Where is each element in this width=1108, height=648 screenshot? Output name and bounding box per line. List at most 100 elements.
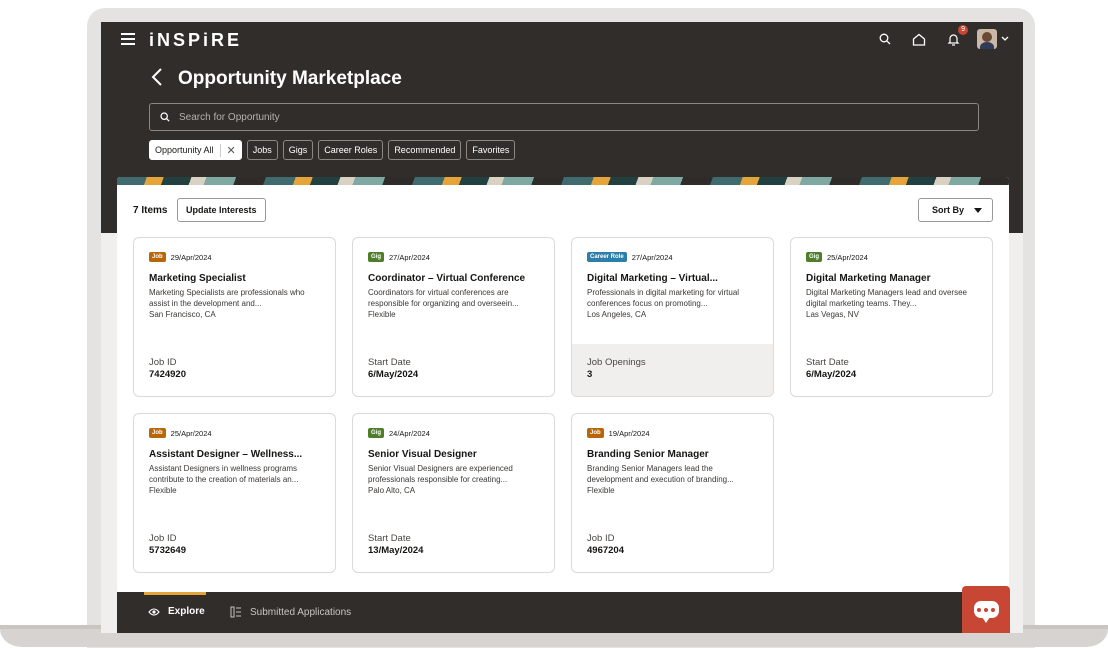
list-icon — [230, 606, 241, 618]
field-label: Start Date — [368, 357, 411, 368]
top-icons: 9 — [875, 25, 1009, 49]
chat-button[interactable] — [962, 586, 1010, 633]
card-description: Coordinators for virtual conferences are… — [368, 288, 519, 308]
type-badge: Job — [587, 428, 604, 438]
card-description: Branding Senior Managers lead the develo… — [587, 464, 734, 484]
filter-chip-opportunity-all[interactable]: Opportunity All ✕ — [149, 140, 242, 160]
results-panel: 7 Items Update Interests Sort By Job 29/A… — [117, 177, 1009, 593]
card-title[interactable]: Digital Marketing Manager — [806, 273, 977, 284]
notification-badge: 9 — [958, 25, 968, 35]
tab-submitted-applications[interactable]: Submitted Applications — [230, 606, 351, 618]
search-input[interactable]: Search for Opportunity — [149, 103, 979, 131]
card-title[interactable]: Senior Visual Designer — [368, 449, 539, 460]
field-label: Job ID — [149, 357, 177, 368]
card-location: San Francisco, CA — [149, 310, 216, 319]
card-description: Assistant Designers in wellness programs… — [149, 464, 299, 484]
card-location: Flexible — [368, 310, 396, 319]
user-menu[interactable] — [977, 29, 1009, 49]
field-label: Start Date — [368, 533, 411, 544]
results-toolbar: 7 Items Update Interests Sort By — [117, 197, 1009, 223]
page-title: Opportunity Marketplace — [178, 68, 402, 89]
app-screen: iNSPiRE 9 Opportunity Marketplace Search… — [101, 22, 1023, 633]
card-location: Palo Alto, CA — [368, 486, 416, 495]
field-label: Job Openings — [587, 357, 646, 368]
card-description: Digital Marketing Managers lead and over… — [806, 288, 967, 308]
decorative-banner — [117, 177, 1009, 185]
tab-explore-label: Explore — [168, 606, 205, 617]
card-description: Marketing Specialists are professionals … — [149, 288, 305, 308]
posted-date: 29/Apr/2024 — [170, 252, 212, 262]
search-placeholder: Search for Opportunity — [179, 111, 280, 123]
field-label: Job ID — [149, 533, 177, 544]
card-title[interactable]: Coordinator – Virtual Conference — [368, 273, 539, 284]
filter-chip-recommended[interactable]: Recommended — [388, 140, 462, 160]
opportunity-card[interactable]: Job 19/Apr/2024 Branding Senior Manager B… — [571, 413, 774, 573]
type-badge: Job — [149, 252, 166, 262]
filter-chip-gigs[interactable]: Gigs — [282, 140, 314, 160]
app-logo[interactable]: iNSPiRE — [149, 30, 242, 51]
card-title[interactable]: Assistant Designer – Wellness... — [149, 449, 320, 460]
caret-down-icon — [974, 207, 982, 213]
type-badge: Gig — [368, 428, 384, 438]
field-value: 3 — [587, 369, 593, 380]
search-icon — [160, 112, 170, 122]
field-value: 7424920 — [149, 369, 186, 380]
filter-chip-favorites[interactable]: Favorites — [466, 140, 516, 160]
filter-chip-career-roles[interactable]: Career Roles — [318, 140, 384, 160]
field-value: 6/May/2024 — [806, 369, 857, 380]
card-location: Flexible — [587, 486, 615, 495]
posted-date: 24/Apr/2024 — [389, 428, 430, 438]
sort-by-button[interactable]: Sort By — [917, 198, 993, 222]
field-value: 4967204 — [587, 545, 624, 556]
opportunity-card[interactable]: Job 29/Apr/2024 Marketing Specialist Mark… — [133, 237, 336, 397]
items-count: 7 Items — [133, 205, 168, 216]
bottom-nav: Explore Submitted Applications — [117, 592, 1009, 633]
posted-date: 25/Apr/2024 — [170, 428, 212, 438]
tab-submitted-label: Submitted Applications — [250, 606, 352, 618]
card-title[interactable]: Marketing Specialist — [149, 273, 320, 284]
opportunity-card[interactable]: Gig 25/Apr/2024 Digital Marketing Manager… — [790, 237, 993, 397]
hamburger-icon[interactable] — [121, 33, 135, 45]
card-location: Las Vegas, NV — [806, 310, 859, 319]
posted-date: 27/Apr/2024 — [631, 252, 673, 262]
close-icon[interactable]: ✕ — [219, 143, 236, 157]
card-title[interactable]: Digital Marketing – Virtual... — [587, 273, 758, 284]
type-badge: Job — [149, 428, 166, 438]
opportunity-grid: Job 29/Apr/2024 Marketing Specialist Mark… — [133, 237, 995, 573]
home-icon[interactable] — [909, 29, 929, 49]
field-value: 13/May/2024 — [368, 545, 424, 556]
type-badge: Career Role — [587, 252, 627, 262]
card-description: Senior Visual Designers are experienced … — [368, 464, 513, 484]
card-description: Professionals in digital marketing for v… — [587, 288, 740, 308]
opportunity-card[interactable]: Gig 27/Apr/2024 Coordinator – Virtual Con… — [352, 237, 555, 397]
card-location: Los Angeles, CA — [587, 310, 647, 319]
field-label: Start Date — [806, 357, 849, 368]
search-icon[interactable] — [875, 29, 895, 49]
active-tab-indicator — [144, 592, 206, 595]
chevron-left-icon[interactable] — [151, 67, 165, 87]
chip-label: Opportunity All — [155, 145, 214, 155]
chevron-down-icon — [1001, 36, 1009, 41]
tab-explore[interactable]: Explore — [148, 606, 205, 617]
posted-date: 19/Apr/2024 — [608, 428, 650, 438]
field-value: 6/May/2024 — [368, 369, 419, 380]
type-badge: Gig — [368, 252, 384, 262]
type-badge: Gig — [806, 252, 822, 262]
field-label: Job ID — [587, 533, 615, 544]
chat-icon — [973, 601, 999, 623]
eye-icon — [148, 607, 160, 616]
bell-icon[interactable]: 9 — [943, 25, 968, 49]
sort-label: Sort By — [931, 205, 964, 215]
posted-date: 27/Apr/2024 — [389, 252, 430, 262]
opportunity-card[interactable]: Job 25/Apr/2024 Assistant Designer – Well… — [133, 413, 336, 573]
card-title[interactable]: Branding Senior Manager — [587, 449, 758, 460]
update-interests-button[interactable]: Update Interests — [177, 198, 266, 222]
field-value: 5732649 — [149, 545, 186, 556]
posted-date: 25/Apr/2024 — [827, 252, 868, 262]
avatar — [977, 29, 997, 49]
filter-chips: Opportunity All ✕ Jobs Gigs Career Roles… — [149, 140, 516, 160]
filter-chip-jobs[interactable]: Jobs — [246, 140, 278, 160]
opportunity-card[interactable]: Gig 24/Apr/2024 Senior Visual Designer Se… — [352, 413, 555, 573]
card-location: Flexible — [149, 486, 177, 495]
opportunity-card[interactable]: Career Role 27/Apr/2024 Digital Marketing… — [571, 237, 774, 397]
